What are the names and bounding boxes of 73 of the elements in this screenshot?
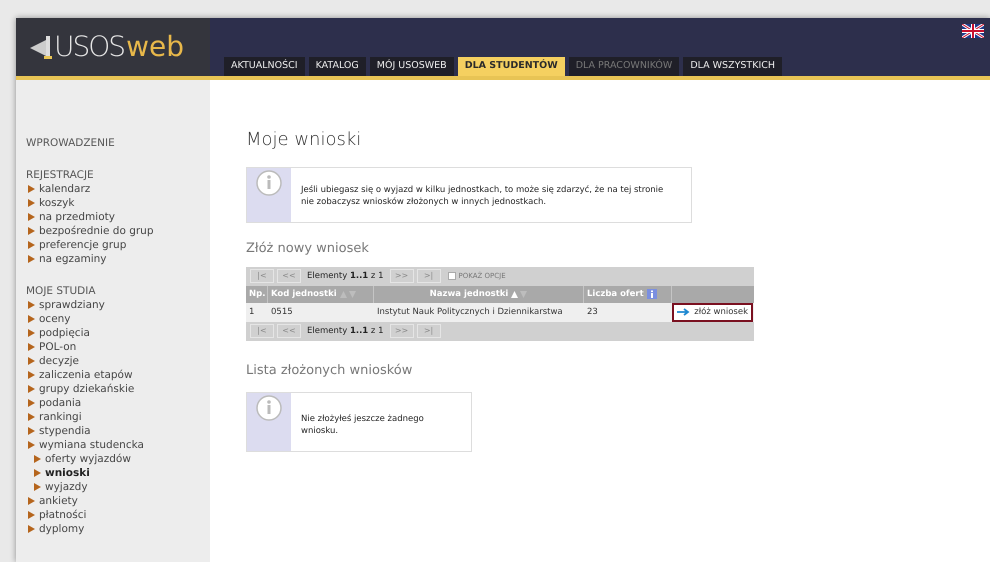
sidebar-link[interactable]: decyzje [39, 354, 80, 368]
bullet-icon [28, 497, 35, 505]
sidebar-link[interactable]: podania [39, 396, 82, 410]
pager-summary: Elementy 1..1 z 1 [306, 270, 385, 282]
sidebar-link[interactable]: oferty wyjazdów [45, 452, 131, 466]
sidebar-link[interactable]: bezpośrednie do grup [39, 224, 154, 238]
sidebar-link[interactable]: POL-on [39, 340, 76, 354]
bullet-icon [28, 255, 35, 263]
bullet-icon [28, 399, 35, 407]
section-title: Złóż nowy wniosek [246, 240, 370, 258]
sidebar-link[interactable]: wnioski [45, 466, 90, 480]
bullet-icon [28, 301, 35, 309]
pager-summary: Elementy 1..1 z 1 [306, 324, 385, 338]
bullet-icon [28, 511, 35, 519]
bullet-icon [28, 441, 35, 449]
table-cell-text: Instytut Nauk Politycznych i Dziennikarstwa [376, 306, 564, 319]
bullet-icon [28, 199, 35, 207]
sidebar-link[interactable]: dyplomy [39, 522, 84, 536]
bullet-icon [28, 413, 35, 421]
sidebar-link[interactable]: płatności [39, 508, 86, 522]
sidebar-link[interactable]: koszyk [39, 196, 74, 210]
sidebar-link[interactable]: zaliczenia etapów [39, 368, 133, 382]
sidebar-link[interactable]: kalendarz [39, 182, 90, 196]
logo-mark-icon [30, 34, 52, 60]
sidebar-link[interactable]: na egzaminy [39, 252, 107, 266]
info-text: Nie złożyłeś jeszcze żadnego wniosku. [301, 413, 425, 437]
sidebar-link[interactable]: grupy dziekańskie [39, 382, 134, 396]
table-cell-text: 23 [586, 306, 599, 319]
bullet-icon [28, 241, 35, 249]
bullet-icon [28, 371, 35, 379]
sidebar-link[interactable]: na przedmioty [39, 210, 115, 224]
bullet-icon [28, 343, 35, 351]
sidebar-link[interactable]: sprawdziany [39, 298, 105, 312]
bullet-icon [28, 357, 35, 365]
nav-tab[interactable]: DLA STUDENTÓW [458, 57, 565, 76]
checkbox[interactable] [448, 272, 456, 280]
bullet-icon [34, 483, 41, 491]
sidebar-link[interactable]: preferencje grup [39, 238, 126, 252]
nav-tab[interactable]: KATALOG [308, 57, 366, 76]
sidebar-heading[interactable]: MOJE STUDIA [26, 284, 210, 298]
bullet-icon [28, 525, 35, 533]
bullet-icon [28, 315, 35, 323]
info-text: Jeśli ubiegasz się o wyjazd w kilku jednostkach, to może się zdarzyć, że na tej stronie nie zobaczysz wniosków złożonych w innych jednostkach. [301, 184, 664, 208]
sidebar-link[interactable]: wymiana studencka [39, 438, 144, 452]
nav-tab[interactable]: DLA WSZYSTKICH [683, 57, 782, 76]
nav-tab[interactable]: AKTUALNOŚCI [224, 57, 305, 76]
sidebar-link[interactable]: rankingi [39, 410, 82, 424]
arrow-icon [677, 308, 692, 316]
sidebar-heading[interactable]: REJESTRACJE [26, 168, 210, 182]
sidebar-link[interactable]: ankiety [39, 494, 78, 508]
uk-flag-icon[interactable] [962, 24, 984, 38]
table-cell-text: 0515 [270, 306, 294, 319]
bullet-icon [34, 469, 41, 477]
section-title: Lista złożonych wniosków [246, 362, 414, 380]
page-title: Moje wnioski [246, 128, 362, 152]
sidebar-link[interactable]: oceny [39, 312, 71, 326]
bullet-icon [28, 427, 35, 435]
bullet-icon [34, 455, 41, 463]
table-cell-text: 1 [248, 306, 256, 319]
info-icon [256, 395, 282, 421]
bullet-icon [28, 185, 35, 193]
bullet-icon [28, 385, 35, 393]
bullet-icon [28, 227, 35, 235]
apply-link[interactable]: złóż wniosek [672, 302, 753, 322]
sidebar-heading[interactable]: WPROWADZENIE [26, 136, 210, 150]
bullet-icon [28, 213, 35, 221]
info-icon [256, 170, 282, 196]
bullet-icon [28, 329, 35, 337]
logo[interactable]: USOSweb [16, 18, 210, 76]
sidebar-link[interactable]: stypendia [39, 424, 91, 438]
sidebar-link[interactable]: wyjazdy [45, 480, 88, 494]
nav-tab[interactable]: MÓJ USOSWEB [370, 57, 454, 76]
sidebar-link[interactable]: podpięcia [39, 326, 90, 340]
